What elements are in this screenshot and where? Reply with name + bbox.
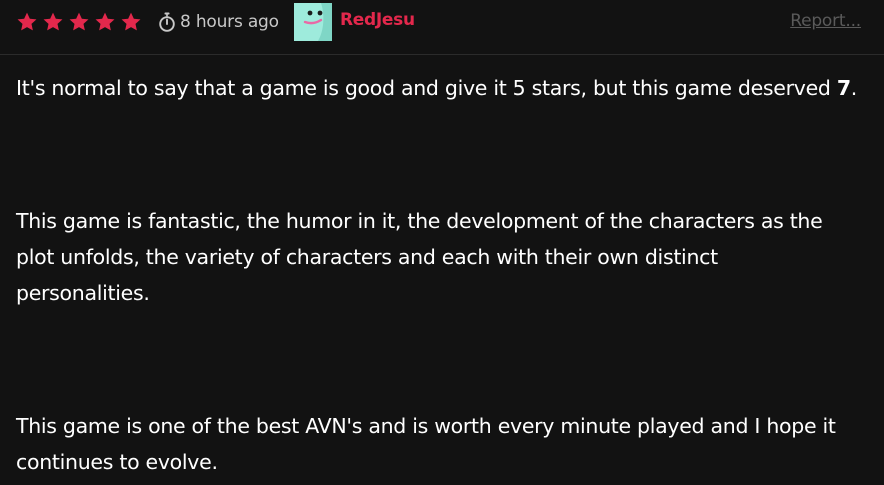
star-icon <box>121 12 141 31</box>
stopwatch-icon <box>159 12 175 32</box>
star-icon <box>69 12 89 31</box>
username-link[interactable]: RedJesu <box>340 10 415 30</box>
star-icon <box>17 12 37 31</box>
star-icon <box>95 12 115 31</box>
review-time: 8 hours ago <box>158 11 279 33</box>
review-paragraph: It's normal to say that a game is good a… <box>16 70 871 106</box>
review-header: 8 hours ago RedJesu Report... <box>0 0 884 55</box>
timestamp: 8 hours ago <box>180 12 279 32</box>
review-card: 8 hours ago RedJesu Report... It's norma… <box>0 0 884 485</box>
emphasis-text: 7 <box>836 76 851 100</box>
review-paragraph: This game is fantastic, the humor in it,… <box>16 209 823 305</box>
user-avatar[interactable] <box>294 3 332 41</box>
paragraph-text: It's normal to say that a game is good a… <box>16 76 837 100</box>
star-icon <box>43 12 63 31</box>
review-paragraph: This game is one of the best AVN's and i… <box>16 414 836 474</box>
star-rating <box>16 11 142 33</box>
report-link[interactable]: Report... <box>790 11 861 31</box>
paragraph-end: . <box>850 76 858 100</box>
